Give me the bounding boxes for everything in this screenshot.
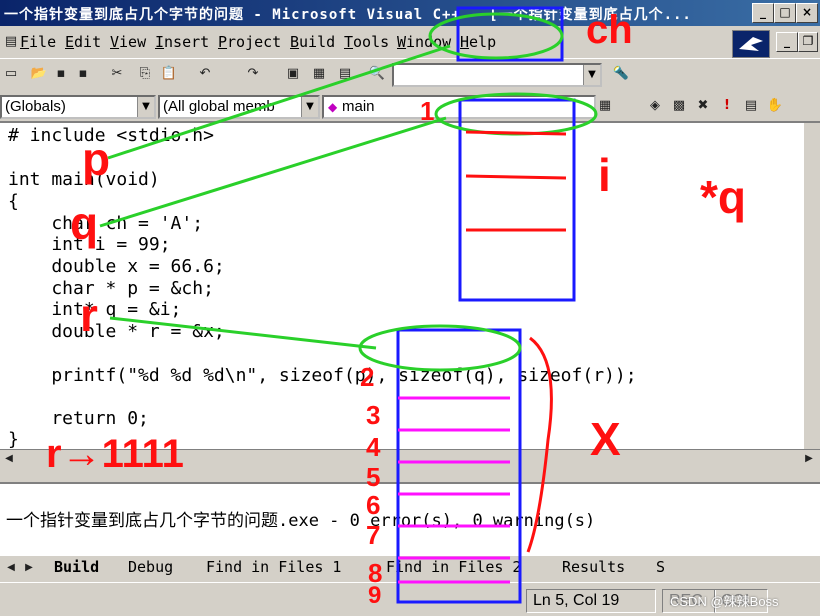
annotation-number: 9 (368, 582, 382, 609)
ch-address-ellipse (428, 12, 564, 60)
annotation-star-q: *q (700, 171, 746, 223)
annotation-number: 4 (366, 432, 381, 462)
x-byte-lines (398, 396, 510, 584)
q-arrow (99, 116, 447, 228)
annotation-x: X (590, 413, 621, 465)
annotation-number: 2 (360, 362, 375, 392)
annotation-number: 5 (366, 462, 381, 492)
annotation-p: p (82, 133, 111, 185)
annotation-r-value: r→1111 (46, 432, 184, 476)
annotation-number: 6 (366, 490, 381, 520)
annotation-r: r (80, 289, 98, 341)
annotation-number: 1 (420, 96, 435, 126)
x-address-ellipse (358, 324, 522, 372)
annotation-number: 3 (366, 400, 381, 430)
r-arrow (109, 316, 377, 350)
annotation-i: i (598, 149, 611, 201)
x-brace (526, 336, 553, 553)
p-arrow (107, 44, 451, 160)
i-byte-lines (465, 130, 567, 232)
annotation-number: 7 (366, 520, 381, 550)
annotation-ch: ch (586, 8, 633, 52)
annotation-overlay (99, 6, 598, 604)
annotation-q: q (70, 197, 99, 249)
